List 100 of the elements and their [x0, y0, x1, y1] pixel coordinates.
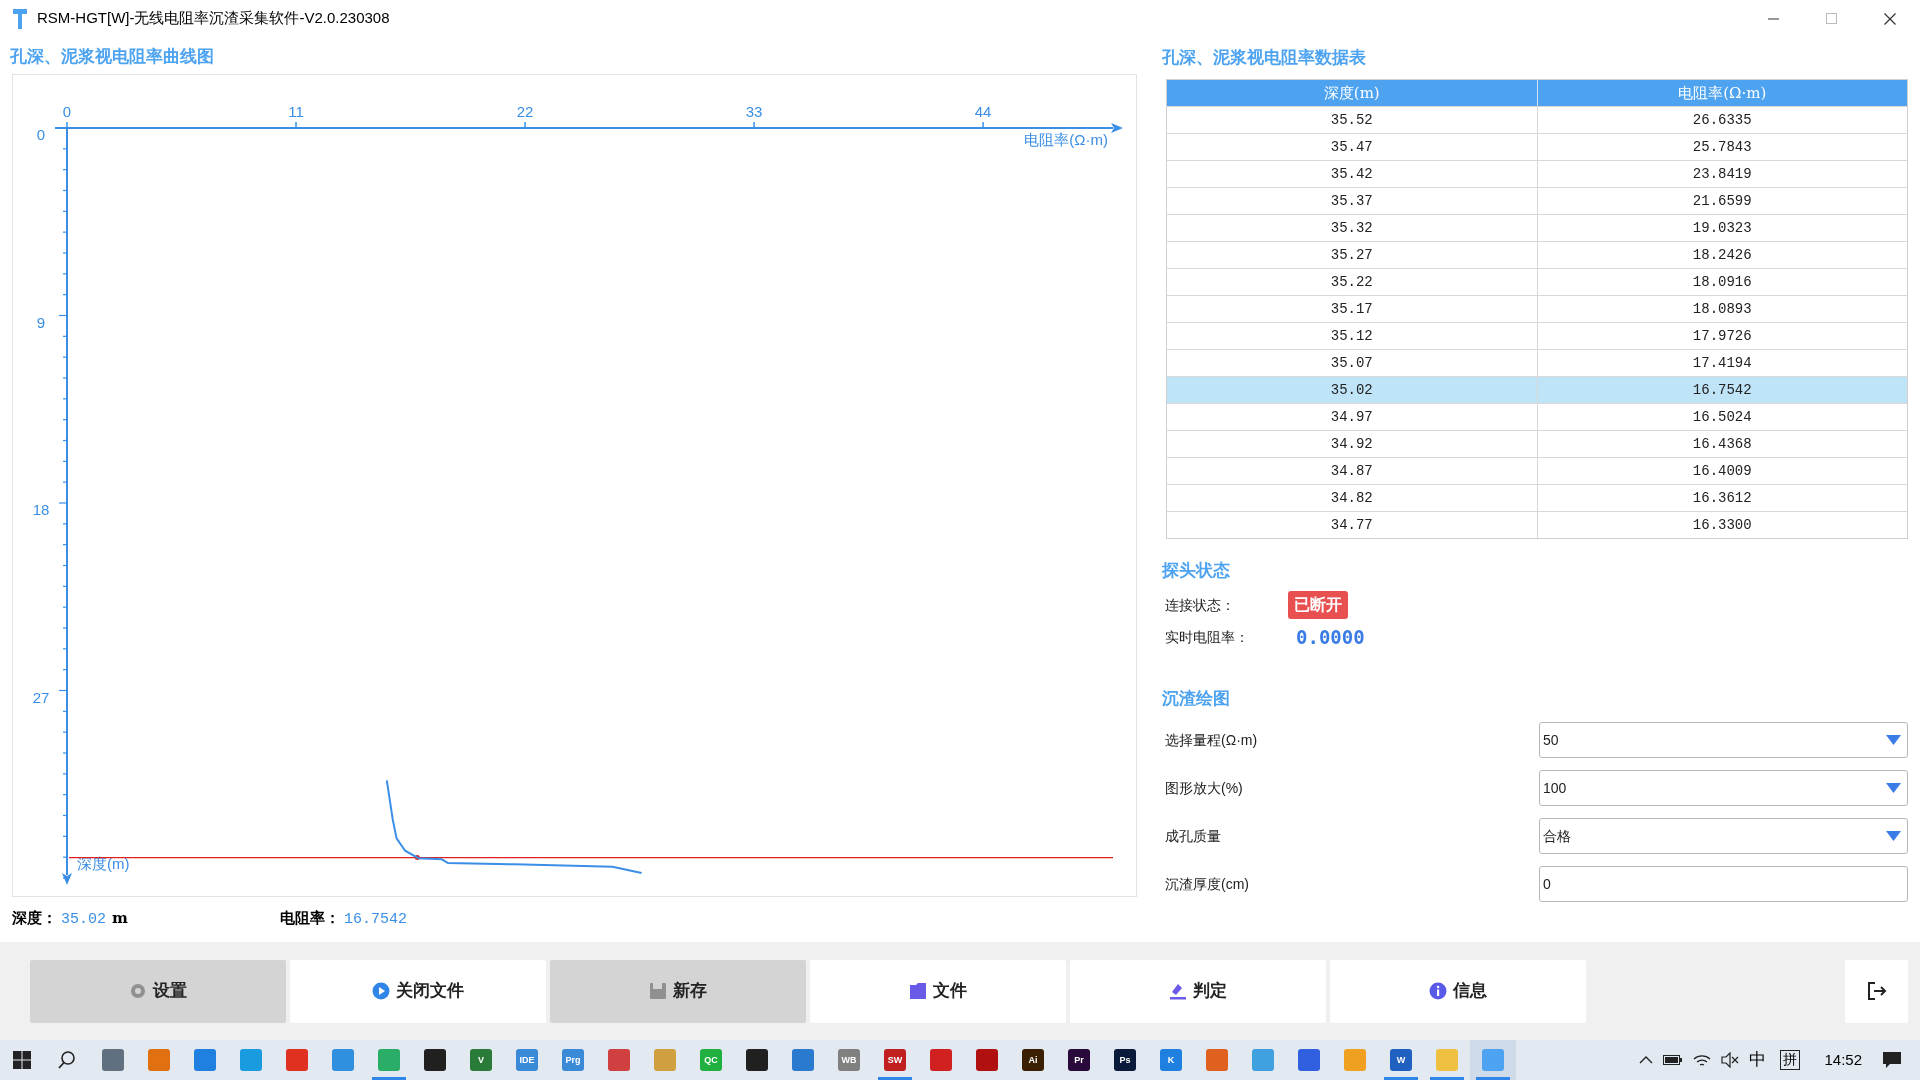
table-cell-text: 35.47	[1329, 137, 1374, 157]
table-row[interactable]: 35.37 21.6599	[1167, 187, 1907, 214]
taskbar-app[interactable]: Ps	[1102, 1040, 1148, 1080]
x-tick-label: 0	[62, 103, 72, 121]
table-row[interactable]: 34.92 16.4368	[1167, 430, 1907, 457]
app-icon	[792, 1049, 814, 1071]
taskbar-app[interactable]: IDE	[504, 1040, 550, 1080]
x-tick-label: 44	[974, 103, 992, 121]
app-icon	[746, 1049, 768, 1071]
table-row[interactable]: 35.17 18.0893	[1167, 295, 1907, 322]
x-tick-label: 33	[745, 103, 763, 121]
table-row[interactable]: 35.12 17.9726	[1167, 322, 1907, 349]
field-label: 连接状态：	[1164, 595, 1236, 615]
x-axis-label: 电阻率(Ω·m)	[1024, 131, 1108, 149]
battery-icon	[1663, 1054, 1684, 1066]
close-icon	[1884, 12, 1896, 25]
field-label: 沉渣厚度(cm)	[1164, 874, 1250, 894]
taskbar-app[interactable]: Ai	[1010, 1040, 1056, 1080]
gavel-icon	[1169, 982, 1187, 1000]
table-cell-text: 35.37	[1329, 191, 1374, 211]
table-row[interactable]: 35.07 17.4194	[1167, 349, 1907, 376]
toolbar-button[interactable]: 信息	[1330, 959, 1586, 1023]
readout-label: 深度：	[12, 908, 57, 930]
caret-icon	[1886, 831, 1901, 841]
taskbar-app[interactable]: W	[1378, 1040, 1424, 1080]
column-header: 深度(m)	[1322, 82, 1381, 104]
dropdown[interactable]: 100	[1539, 770, 1908, 806]
toolbar-button[interactable]: 文件	[810, 959, 1066, 1023]
table-row[interactable]: 35.27 18.2426	[1167, 241, 1907, 268]
table-row[interactable]: 34.87 16.4009	[1167, 457, 1907, 484]
dropdown[interactable]: 合格	[1539, 818, 1908, 854]
running-indicator	[1384, 1077, 1418, 1080]
cursor-point	[414, 855, 420, 861]
y-axis-label: 深度(m)	[77, 855, 130, 873]
resistivity-value: 0.0000	[1296, 624, 1365, 650]
field-label: 实时电阻率：	[1164, 627, 1250, 647]
ime-mode-indicator[interactable]: 中	[1749, 1047, 1767, 1073]
app-icon: W	[1390, 1049, 1412, 1071]
gear-icon	[129, 982, 147, 1000]
app-icon	[1436, 1049, 1458, 1071]
table-cell-text: 35.07	[1329, 353, 1374, 373]
ime-indicator[interactable]: 拼	[1780, 1050, 1801, 1070]
taskbar-app[interactable]: WB	[826, 1040, 872, 1080]
table-row[interactable]: 34.97 16.5024	[1167, 403, 1907, 430]
app-icon	[13, 8, 27, 29]
chevron-up-icon	[1639, 1055, 1654, 1065]
table-cell-text: 35.12	[1329, 326, 1374, 346]
readout-unit: m	[112, 908, 128, 930]
connection-status-badge: 已断开	[1288, 591, 1348, 619]
app-icon	[102, 1049, 124, 1071]
table-cell: 16.3300	[1536, 512, 1907, 538]
taskbar-app[interactable]: V	[458, 1040, 504, 1080]
app-icon: QC	[700, 1049, 722, 1071]
field-label: 成孔质量	[1164, 826, 1222, 846]
notification-icon	[1882, 1051, 1902, 1069]
table-cell-text: 34.82	[1329, 488, 1374, 508]
table-row[interactable]: 35.52 26.6335	[1167, 106, 1907, 133]
taskbar-app[interactable]: Pr	[1056, 1040, 1102, 1080]
info-icon	[1429, 982, 1447, 1000]
app-icon	[976, 1049, 998, 1071]
toolbar-button[interactable]: 关闭文件	[290, 959, 546, 1023]
input-field[interactable]: 0	[1539, 866, 1908, 902]
readout-value: 16.7542	[344, 910, 407, 931]
folder-icon	[909, 982, 927, 1000]
table-row[interactable]: 34.82 16.3612	[1167, 484, 1907, 511]
app-icon	[332, 1049, 354, 1071]
taskbar-app[interactable]: K	[1148, 1040, 1194, 1080]
taskbar-app[interactable]: SW	[872, 1040, 918, 1080]
clock[interactable]: 14:52	[1824, 1048, 1862, 1072]
app-icon	[194, 1049, 216, 1071]
table-row[interactable]: 35.32 19.0323	[1167, 214, 1907, 241]
search-icon	[57, 1050, 77, 1070]
table-row[interactable]: 35.42 23.8419	[1167, 160, 1907, 187]
app-icon: IDE	[516, 1049, 538, 1071]
y-tick-label: 18	[32, 501, 50, 519]
table-cell-text: 34.92	[1329, 434, 1374, 454]
dropdown[interactable]: 50	[1539, 722, 1908, 758]
table-cell-text: 35.32	[1329, 218, 1374, 238]
app-icon	[424, 1049, 446, 1071]
app-icon: V	[470, 1049, 492, 1071]
y-tick-label: 0	[36, 126, 46, 144]
y-tick-label: 9	[36, 313, 46, 331]
table-cell-text: 34.77	[1329, 515, 1374, 535]
app-icon	[286, 1049, 308, 1071]
table-row[interactable]: 35.47 25.7843	[1167, 133, 1907, 160]
caret-icon	[1886, 783, 1901, 793]
windows-logo-icon	[13, 1051, 31, 1069]
table-cell-text: 35.17	[1329, 299, 1374, 319]
readout-label: 电阻率：	[280, 908, 340, 930]
toolbar-button[interactable]: 判定	[1070, 959, 1326, 1023]
exit-button[interactable]	[1845, 959, 1908, 1023]
section-title: 探头状态	[1162, 559, 1231, 583]
taskbar-app[interactable]: Prg	[550, 1040, 596, 1080]
table-row[interactable]: 35.02 16.7542	[1167, 376, 1907, 403]
app-icon: WB	[838, 1049, 860, 1071]
table-row[interactable]: 34.77 16.3300	[1167, 511, 1907, 538]
table-cell-text: 34.97	[1329, 407, 1374, 427]
app-icon	[654, 1049, 676, 1071]
table-row[interactable]: 35.22 18.0916	[1167, 268, 1907, 295]
play-icon	[372, 982, 390, 1000]
